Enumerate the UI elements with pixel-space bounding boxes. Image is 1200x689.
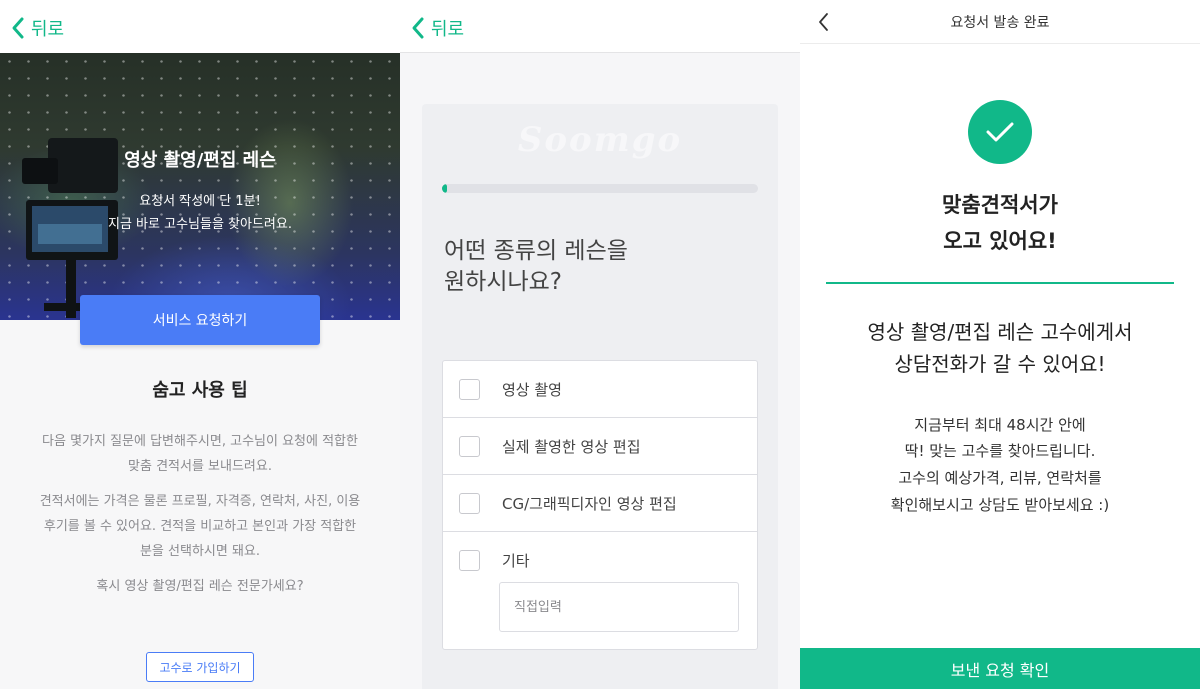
page-title: 요청서 발송 완료 bbox=[950, 15, 1050, 31]
hero-title: 영상 촬영/편집 레슨 bbox=[124, 150, 276, 171]
option-video-shooting[interactable]: 영상 촬영 bbox=[443, 361, 757, 418]
checkbox[interactable] bbox=[459, 435, 480, 457]
progress-bar bbox=[442, 184, 758, 193]
message-line1: 영상 촬영/편집 레슨 고수에게서 bbox=[867, 320, 1133, 344]
option-footage-editing[interactable]: 실제 촬영한 영상 편집 bbox=[443, 418, 757, 475]
tip-paragraph-2-line2: 후기를 볼 수 있어요. 견적을 비교하고 본인과 가장 적합한 bbox=[43, 519, 357, 534]
back-label: 뒤로 bbox=[431, 19, 465, 40]
checkbox[interactable] bbox=[459, 550, 480, 571]
option-other[interactable]: 기타 bbox=[443, 532, 757, 589]
screen-question: 뒤로 Soomgo 어떤 종류의 레슨을 원하시나요? 영상 촬영 실제 촬영한… bbox=[400, 0, 800, 689]
option-label: 기타 bbox=[502, 552, 530, 570]
tip-paragraph-3: 혹시 영상 촬영/편집 레슨 전문가세요? bbox=[96, 579, 304, 594]
option-label: 실제 촬영한 영상 편집 bbox=[502, 437, 641, 456]
option-label: CG/그래픽디자인 영상 편집 bbox=[502, 494, 677, 513]
option-label: 영상 촬영 bbox=[502, 380, 562, 399]
hero-subtitle-line2: 지금 바로 고수님들을 찾아드려요. bbox=[108, 217, 292, 232]
view-sent-requests-button[interactable]: 보낸 요청 확인 bbox=[800, 648, 1200, 689]
back-button[interactable]: 뒤로 bbox=[410, 14, 464, 42]
checkbox[interactable] bbox=[459, 492, 480, 514]
screen-request-sent: 요청서 발송 완료 맞춤견적서가 오고 있어요! 영상 촬영/편집 레슨 고수에… bbox=[800, 0, 1200, 689]
tip-paragraph-1-line2: 맞춤 견적서를 보내드려요. bbox=[128, 459, 272, 474]
tip-paragraph-2-line1: 견적서에는 가격은 물론 프로필, 자격증, 연락처, 사진, 이용 bbox=[39, 494, 361, 509]
heading-line2: 오고 있어요! bbox=[943, 229, 1057, 253]
question-line1: 어떤 종류의 레슨을 bbox=[444, 238, 628, 264]
options-list: 영상 촬영 실제 촬영한 영상 편집 CG/그래픽디자인 영상 편집 기타 bbox=[442, 360, 758, 650]
hero-subtitle-line1: 요청서 작성에 단 1분! bbox=[139, 194, 261, 209]
top-bar: 뒤로 bbox=[400, 0, 800, 53]
chevron-left-icon bbox=[12, 17, 24, 39]
info-line4: 확인해보시고 상담도 받아보세요 :) bbox=[890, 496, 1110, 514]
info-line1: 지금부터 최대 48시간 안에 bbox=[914, 416, 1086, 434]
checkbox[interactable] bbox=[459, 378, 480, 400]
direct-input-field[interactable] bbox=[499, 582, 739, 632]
tip-paragraph-2-line3: 분을 선택하시면 돼요. bbox=[139, 544, 261, 559]
top-bar: 요청서 발송 완료 bbox=[800, 0, 1200, 44]
success-check-icon bbox=[968, 100, 1032, 164]
chevron-left-icon bbox=[412, 17, 424, 39]
join-as-pro-button[interactable]: 고수로 가입하기 bbox=[146, 652, 254, 682]
service-request-button[interactable]: 서비스 요청하기 bbox=[80, 295, 320, 345]
heading-line1: 맞춤견적서가 bbox=[942, 193, 1058, 217]
question-line2: 원하시나요? bbox=[444, 269, 563, 295]
progress-fill bbox=[442, 184, 447, 193]
tip-paragraph-1-line1: 다음 몇가지 질문에 답변해주시면, 고수님이 요청에 적합한 bbox=[42, 434, 358, 449]
question-card: Soomgo 어떤 종류의 레슨을 원하시나요? 영상 촬영 실제 촬영한 영상… bbox=[422, 104, 778, 689]
back-button[interactable]: 뒤로 bbox=[10, 14, 64, 42]
message-line2: 상담전화가 갈 수 있어요! bbox=[894, 352, 1106, 376]
top-bar: 뒤로 bbox=[0, 0, 400, 53]
back-label: 뒤로 bbox=[31, 19, 65, 40]
screen-service-intro: 뒤로 영상 촬영/편집 레슨 요청서 작성에 단 1분! 지금 바로 고수님들을… bbox=[0, 0, 400, 689]
question-title: 어떤 종류의 레슨을 원하시나요? bbox=[444, 236, 744, 298]
info-line3: 고수의 예상가격, 리뷰, 연락처를 bbox=[898, 469, 1102, 487]
option-cg-graphic-editing[interactable]: CG/그래픽디자인 영상 편집 bbox=[443, 475, 757, 532]
brand-watermark: Soomgo bbox=[517, 120, 683, 160]
hero-banner: 영상 촬영/편집 레슨 요청서 작성에 단 1분! 지금 바로 고수님들을 찾아… bbox=[0, 53, 400, 320]
info-line2: 딱! 맞는 고수를 찾아드립니다. bbox=[904, 442, 1096, 460]
divider bbox=[826, 282, 1174, 284]
checkmark-icon bbox=[986, 122, 1014, 142]
tips-title: 숨고 사용 팁 bbox=[152, 380, 248, 401]
